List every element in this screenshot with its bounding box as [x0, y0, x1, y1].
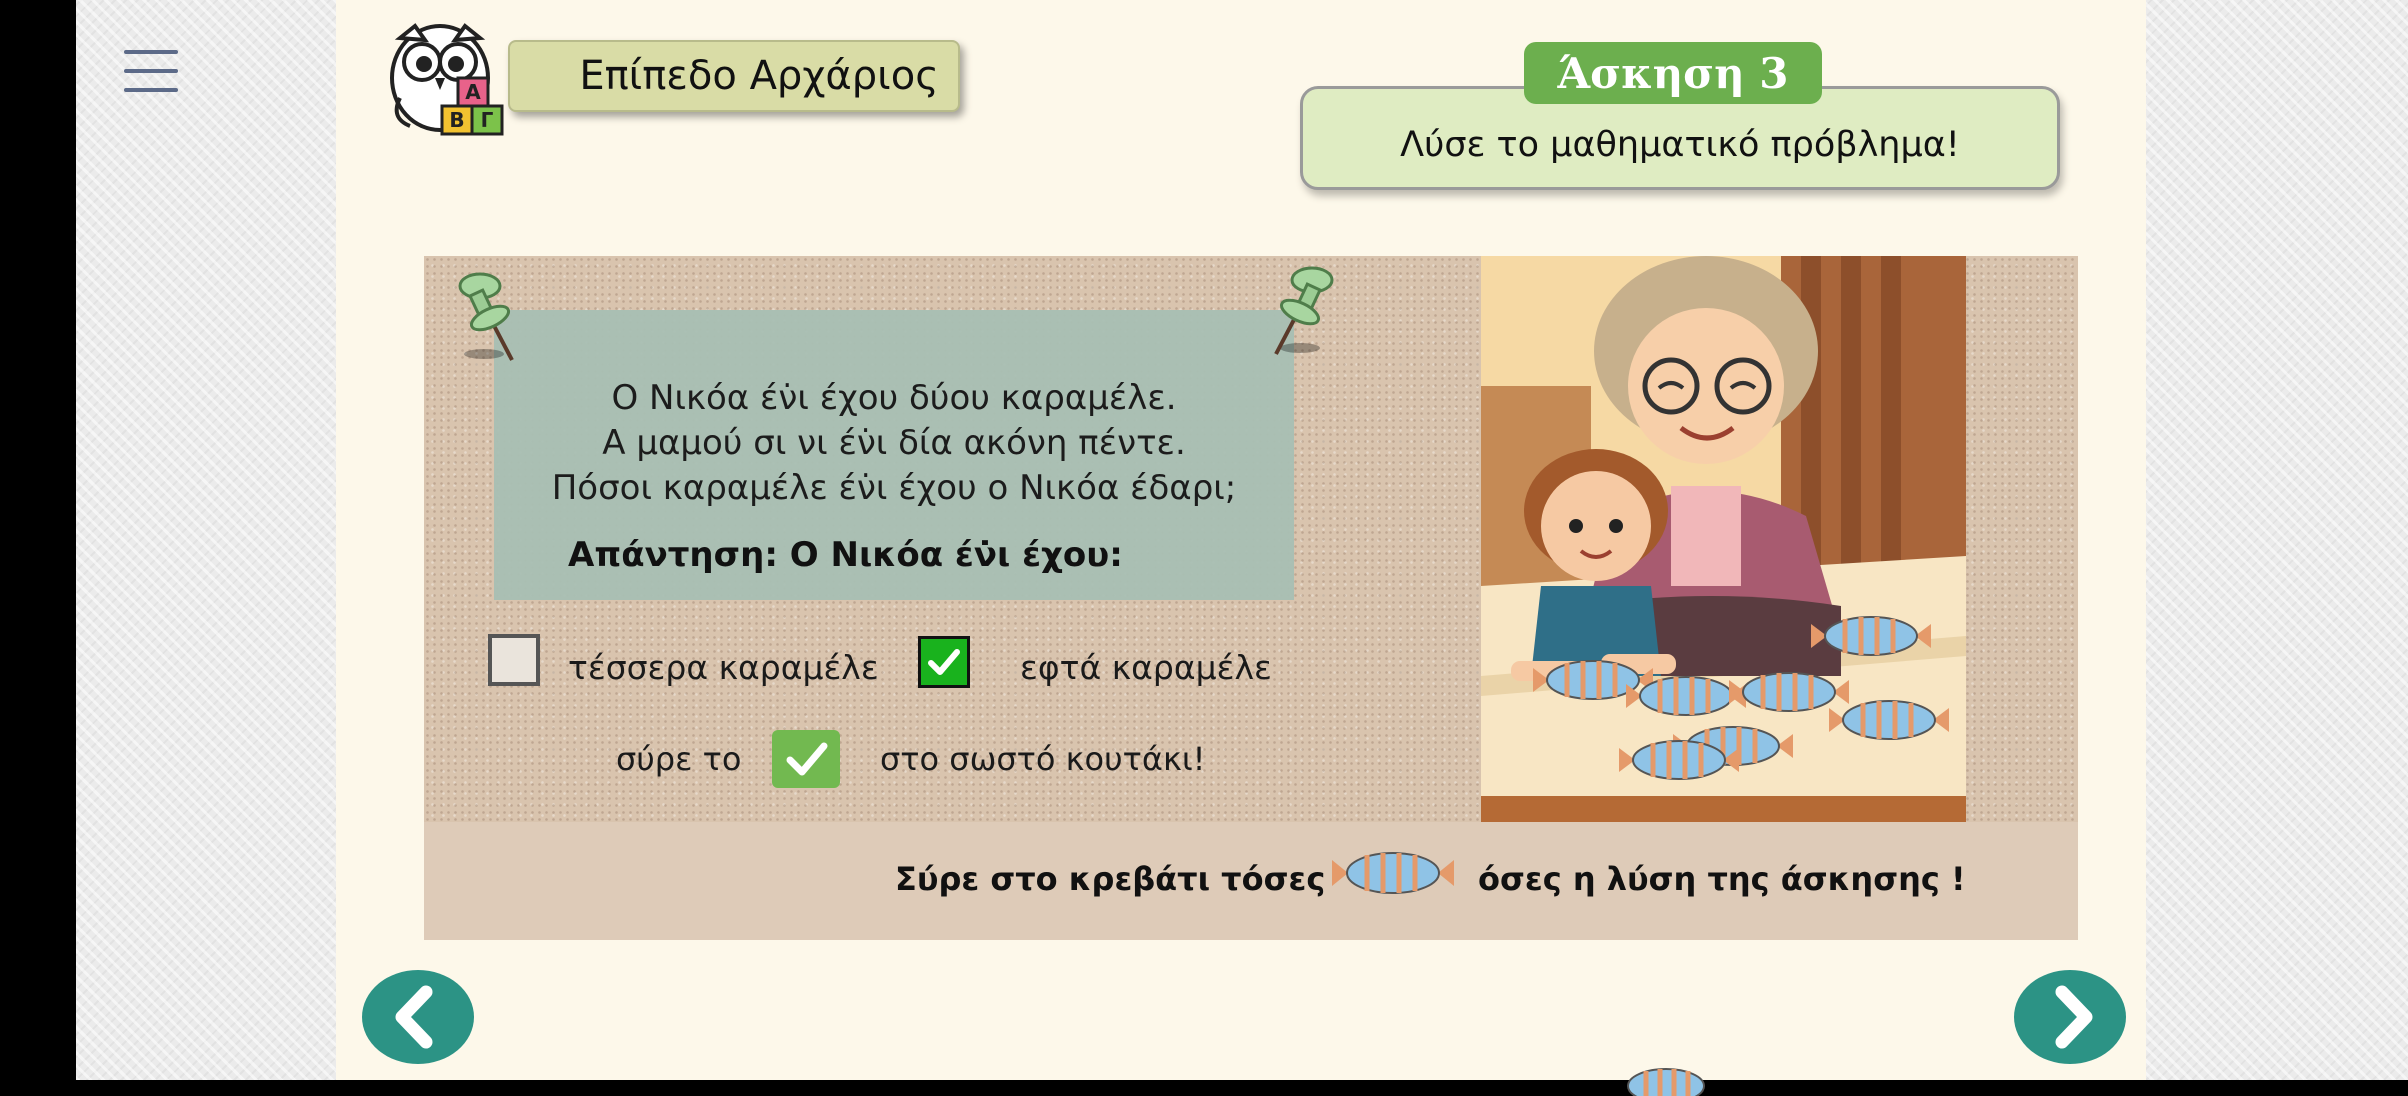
- footer-text-after: όσες η λύση της άσκησης !: [1478, 860, 1966, 898]
- hamburger-menu-icon[interactable]: [124, 50, 178, 94]
- grandmother-boy-illustration: [1481, 256, 1966, 822]
- draggable-checkmark[interactable]: [772, 730, 840, 788]
- chevron-right-icon: [2055, 985, 2093, 1049]
- candy-icon: [1627, 1068, 1705, 1096]
- svg-text:Α: Α: [465, 80, 481, 104]
- candy-icon[interactable]: [1332, 848, 1454, 898]
- checkmark-icon: [786, 742, 828, 776]
- next-button[interactable]: [2014, 970, 2126, 1064]
- level-label: Επίπεδο Αρχάριος: [579, 53, 939, 99]
- option-checkbox-four[interactable]: [488, 634, 540, 686]
- option-label-four: τέσσερα καραμέλε: [568, 648, 879, 687]
- pushpin-icon: [1274, 266, 1334, 355]
- candies-on-bed: [1533, 616, 1949, 780]
- checkmark-icon: [928, 649, 960, 675]
- candy-icon[interactable]: [1616, 1066, 1716, 1096]
- story-line: Πόσοι καραμέλε έν̇ι έχου ο Νικόα έδαρι;: [551, 468, 1237, 508]
- chevron-left-icon: [395, 985, 433, 1049]
- story-line: Α μαμού σι νι έν̇ι δία ακόνη πέντε.: [602, 423, 1186, 463]
- exercise-title: Άσκηση 3: [1524, 42, 1822, 104]
- answer-label: Απάντηση: Ο Νικόα έν̇ι έχου:: [568, 535, 1123, 575]
- footer-text-before: Σύρε στο κρεβάτι τόσες: [895, 860, 1326, 898]
- instruction-text: Λύσε το μαθηματικό πρόβλημα!: [1400, 125, 1960, 165]
- story-text: Ο Νικόα έν̇ι έχου δύου καραμέλε. Α μαμού…: [494, 376, 1294, 511]
- previous-button[interactable]: [362, 970, 474, 1064]
- svg-text:Γ: Γ: [481, 108, 494, 132]
- option-checkbox-seven[interactable]: [918, 636, 970, 688]
- pushpin-icon: [458, 272, 514, 361]
- drag-hint-after: στο σωστό κουτάκι!: [880, 740, 1206, 778]
- story-line: Ο Νικόα έν̇ι έχου δύου καραμέλε.: [611, 378, 1177, 418]
- level-badge: Επίπεδο Αρχάριος: [508, 40, 960, 112]
- owl-abc-blocks-logo: Α Β Γ: [390, 23, 504, 136]
- option-label-seven: εφτά καραμέλε: [1020, 648, 1272, 687]
- drag-hint-before: σύρε το: [616, 740, 742, 778]
- svg-text:Β: Β: [449, 108, 464, 132]
